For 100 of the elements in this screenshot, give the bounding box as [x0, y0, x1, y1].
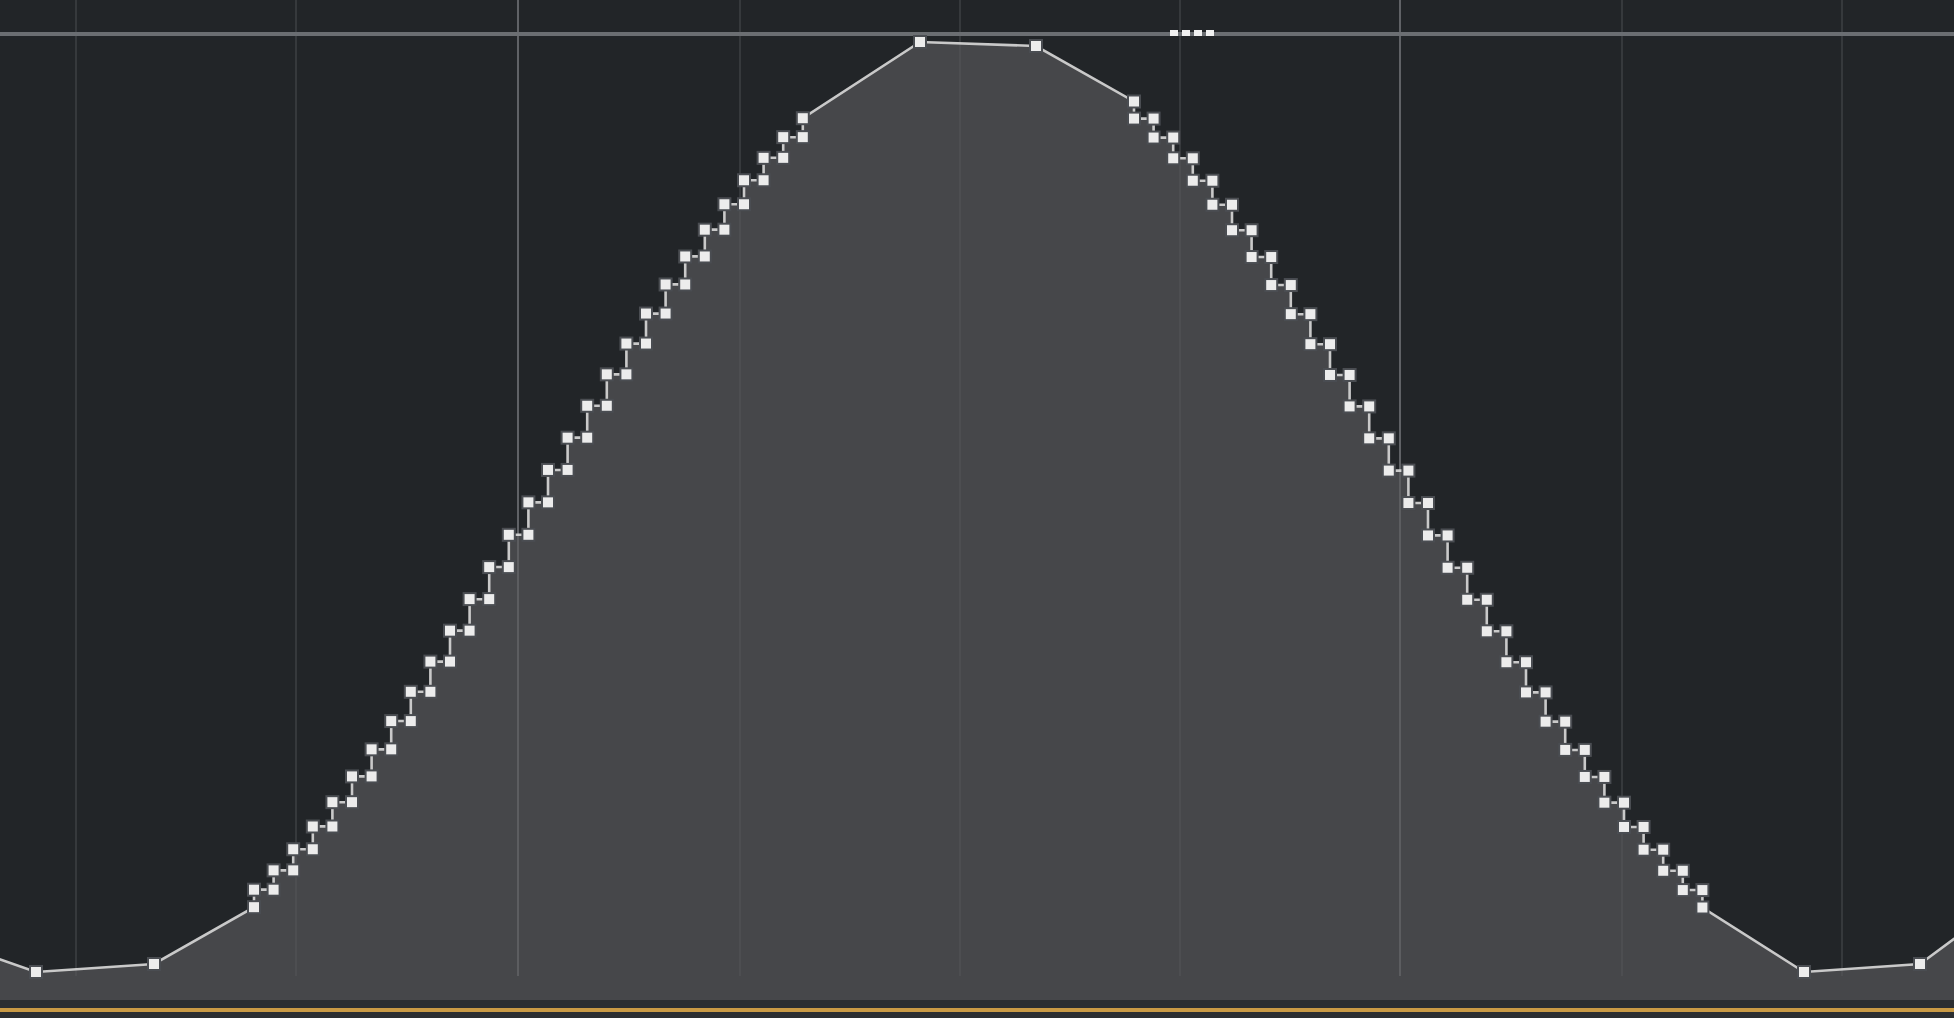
control-point[interactable]: [1440, 560, 1455, 575]
control-point[interactable]: [501, 560, 516, 575]
control-point[interactable]: [776, 130, 791, 145]
control-point[interactable]: [462, 623, 477, 638]
control-point[interactable]: [1185, 173, 1200, 188]
control-point[interactable]: [1127, 111, 1141, 126]
control-point[interactable]: [1695, 883, 1710, 898]
control-point[interactable]: [1675, 863, 1690, 878]
control-point[interactable]: [697, 249, 712, 264]
control-point[interactable]: [1225, 197, 1239, 212]
control-point[interactable]: [1460, 560, 1475, 575]
control-point[interactable]: [1797, 965, 1811, 979]
control-point[interactable]: [266, 882, 281, 897]
control-point[interactable]: [1225, 223, 1239, 238]
control-point[interactable]: [1538, 714, 1553, 729]
control-point[interactable]: [1362, 431, 1377, 446]
control-point[interactable]: [717, 197, 732, 212]
control-point[interactable]: [1460, 592, 1475, 607]
control-point[interactable]: [147, 957, 161, 971]
control-point[interactable]: [462, 592, 477, 607]
control-point[interactable]: [1479, 592, 1494, 607]
control-point[interactable]: [1675, 883, 1690, 898]
control-point[interactable]: [266, 863, 281, 878]
control-point[interactable]: [364, 769, 379, 784]
control-point[interactable]: [580, 398, 595, 413]
control-point[interactable]: [521, 527, 536, 542]
control-point[interactable]: [29, 965, 43, 979]
control-point[interactable]: [1617, 795, 1631, 810]
control-point[interactable]: [1558, 742, 1573, 757]
control-point[interactable]: [423, 654, 438, 669]
control-point[interactable]: [384, 714, 399, 729]
control-point[interactable]: [756, 173, 771, 188]
control-point[interactable]: [1323, 367, 1337, 382]
control-point[interactable]: [1283, 278, 1298, 293]
control-point[interactable]: [286, 842, 301, 857]
control-point[interactable]: [305, 819, 320, 834]
control-point[interactable]: [560, 462, 575, 477]
control-point[interactable]: [1264, 250, 1279, 265]
control-point[interactable]: [364, 742, 379, 757]
control-point[interactable]: [1342, 399, 1357, 414]
control-point[interactable]: [1479, 624, 1494, 639]
control-point[interactable]: [1185, 151, 1200, 166]
control-point[interactable]: [1519, 685, 1533, 700]
control-point[interactable]: [1401, 496, 1416, 510]
control-point[interactable]: [384, 742, 399, 757]
control-point[interactable]: [1617, 819, 1631, 834]
control-point[interactable]: [1913, 957, 1927, 971]
control-point[interactable]: [1538, 685, 1553, 700]
control-point[interactable]: [1362, 399, 1377, 414]
control-point[interactable]: [697, 222, 712, 237]
control-point[interactable]: [756, 150, 771, 165]
control-point[interactable]: [560, 430, 575, 445]
control-point[interactable]: [1519, 655, 1533, 670]
control-point[interactable]: [345, 769, 359, 784]
control-point[interactable]: [776, 150, 791, 165]
control-point[interactable]: [1499, 624, 1514, 639]
control-point[interactable]: [1440, 528, 1455, 543]
control-point[interactable]: [737, 173, 751, 188]
control-point[interactable]: [1244, 250, 1259, 265]
control-point[interactable]: [1342, 367, 1357, 382]
control-point[interactable]: [1283, 307, 1298, 322]
control-point[interactable]: [795, 111, 810, 126]
control-point[interactable]: [1205, 173, 1220, 188]
control-point[interactable]: [501, 527, 516, 542]
control-point[interactable]: [482, 560, 497, 575]
control-point[interactable]: [619, 336, 634, 351]
control-point[interactable]: [305, 842, 320, 857]
loop-marker[interactable]: [1170, 30, 1214, 36]
control-point[interactable]: [403, 714, 418, 729]
control-point[interactable]: [1558, 714, 1573, 729]
control-point[interactable]: [580, 430, 595, 445]
control-point[interactable]: [1381, 463, 1396, 478]
control-point[interactable]: [423, 684, 438, 699]
control-point[interactable]: [541, 462, 555, 477]
control-point[interactable]: [1695, 900, 1710, 915]
control-point[interactable]: [1381, 431, 1396, 446]
control-point[interactable]: [1636, 819, 1651, 834]
control-point[interactable]: [1146, 111, 1161, 126]
control-point[interactable]: [1146, 130, 1161, 145]
control-point[interactable]: [1577, 769, 1592, 784]
control-point[interactable]: [247, 882, 261, 897]
control-point[interactable]: [443, 623, 457, 638]
control-point[interactable]: [1401, 463, 1416, 478]
control-point[interactable]: [1244, 223, 1259, 238]
control-point[interactable]: [345, 795, 359, 810]
control-point[interactable]: [1323, 337, 1337, 352]
control-point[interactable]: [658, 277, 673, 292]
control-point[interactable]: [658, 306, 673, 321]
control-point[interactable]: [1264, 278, 1279, 293]
control-point[interactable]: [1421, 496, 1435, 510]
control-point[interactable]: [737, 197, 751, 212]
control-point[interactable]: [639, 306, 653, 321]
control-point[interactable]: [482, 592, 497, 607]
control-point[interactable]: [599, 398, 614, 413]
control-point[interactable]: [1303, 337, 1318, 352]
control-point[interactable]: [639, 336, 653, 351]
control-point[interactable]: [247, 900, 261, 915]
control-point[interactable]: [599, 367, 614, 382]
control-point[interactable]: [1166, 151, 1181, 166]
control-point[interactable]: [678, 249, 693, 264]
